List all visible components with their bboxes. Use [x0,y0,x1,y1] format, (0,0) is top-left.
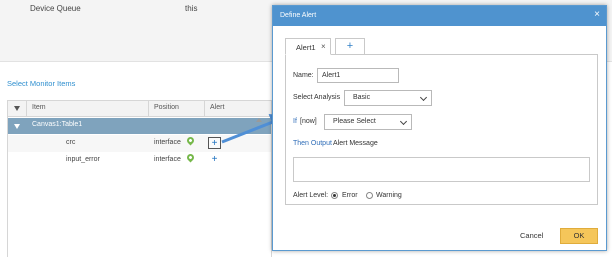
group-label: Canvas1:Table1 [32,121,83,128]
row-position: interface [154,139,181,146]
tab-alert1[interactable]: Alert1 × [285,38,331,55]
alert-message-label: Alert Message [333,140,378,147]
add-alert-button[interactable]: + [208,137,221,149]
name-label: Name: [293,72,314,79]
tab-label: Alert1 [296,43,316,52]
ok-button[interactable]: OK [560,228,598,244]
analysis-select[interactable]: Basic [344,90,432,106]
row-position: interface [154,156,181,163]
grid-header: Item Position Alert [8,101,271,117]
condition-select[interactable]: Please Select [324,114,412,130]
warning-label: Warning [376,192,402,199]
warning-radio[interactable] [366,192,373,199]
analysis-select-value: Basic [353,94,371,101]
tab-close-icon[interactable]: × [321,42,326,51]
column-position[interactable]: Position [154,104,179,111]
dialog-title: Define Alert [280,12,317,19]
if-scope-label: [now] [300,118,317,125]
location-pin-icon [185,152,196,163]
chevron-down-icon [419,93,428,102]
table-row[interactable]: crc interface + [8,135,271,152]
column-item[interactable]: Item [32,104,46,111]
scroll-up-icon[interactable] [256,118,262,122]
condition-select-value: Please Select [333,118,376,125]
row-item-name: crc [66,139,76,146]
device-queue-label: Device Queue [30,4,81,13]
add-tab-button[interactable]: + [335,38,365,55]
close-icon[interactable]: × [594,10,600,20]
alert-form: Name: Alert1 Select Analysis Basic If [n… [285,54,598,205]
select-analysis-label: Select Analysis [293,94,341,101]
column-alert[interactable]: Alert [210,104,224,111]
cancel-button[interactable]: Cancel [520,231,543,240]
define-alert-dialog: Define Alert × Alert1 × + Name: Alert1 S… [272,5,607,251]
table-row[interactable]: input_error interface + [8,152,271,169]
location-pin-icon [185,135,196,146]
collapse-all-icon[interactable] [14,106,20,111]
expand-toggle-icon[interactable] [14,124,20,129]
group-row[interactable]: Canvas1:Table1 [8,118,271,134]
alert-tabs: Alert1 × + [285,38,598,55]
error-label: Error [342,192,358,199]
device-queue-value: this [185,4,198,13]
select-monitor-items-title: Select Monitor Items [7,79,76,88]
row-item-name: input_error [66,156,100,163]
name-field[interactable]: Alert1 [317,68,399,83]
add-alert-button[interactable]: + [208,154,221,166]
then-output-label: Then Output [293,140,332,147]
error-radio[interactable] [331,192,338,199]
monitor-items-grid: Item Position Alert Canvas1:Table1 crc i… [7,100,272,257]
chevron-down-icon [399,117,408,126]
alert-message-textarea[interactable] [293,157,590,182]
alert-level-label: Alert Level: [293,192,329,199]
dialog-header: Define Alert × [273,6,606,26]
if-label: If [293,118,297,125]
